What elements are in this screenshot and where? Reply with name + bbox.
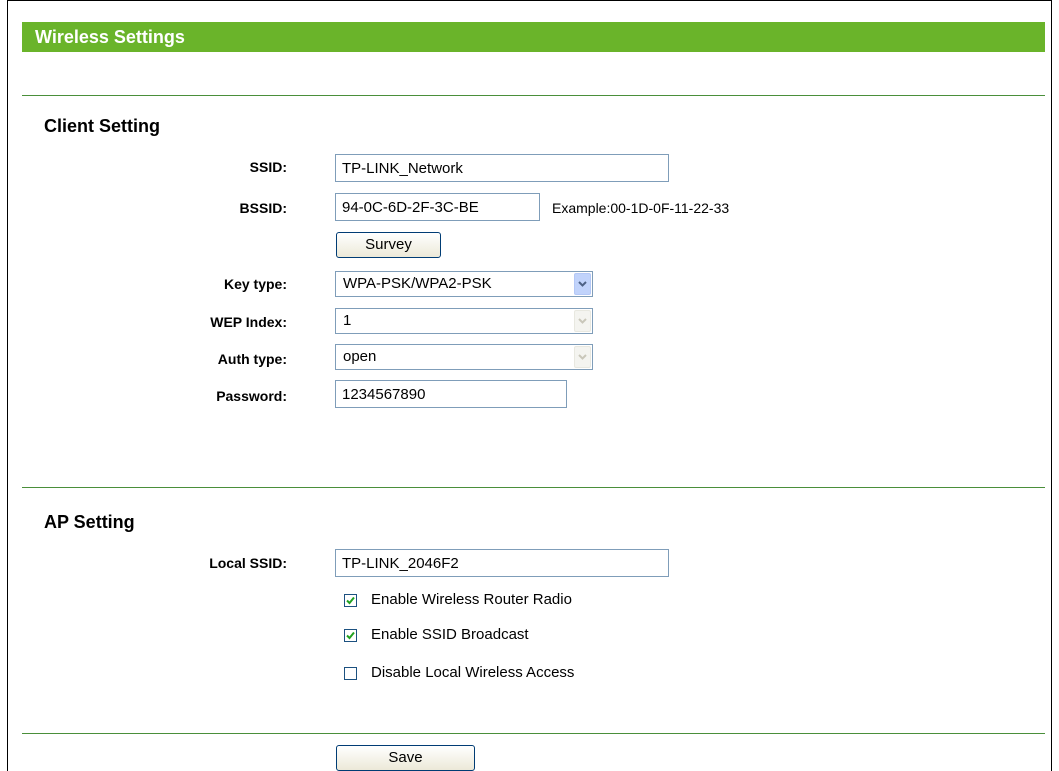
title-bar: Wireless Settings (22, 22, 1045, 52)
ssid-label: SSID: (249, 159, 287, 175)
enable-wireless-router-radio-label: Enable Wireless Router Radio (371, 591, 572, 608)
save-button[interactable]: Save (336, 745, 475, 771)
wep-index-value: 1 (343, 312, 352, 329)
chevron-down-icon (574, 310, 591, 332)
divider-bottom (22, 733, 1045, 734)
local-ssid-input[interactable] (335, 549, 669, 577)
auth-type-select[interactable]: open (335, 344, 593, 370)
enable-wireless-router-radio-checkbox[interactable] (344, 594, 357, 607)
disable-local-wireless-access-label: Disable Local Wireless Access (371, 664, 575, 681)
disable-local-wireless-access-checkbox[interactable] (344, 667, 357, 680)
divider-middle (22, 487, 1045, 488)
password-input[interactable] (335, 380, 567, 408)
bssid-example-hint: Example:00-1D-0F-11-22-33 (552, 200, 730, 216)
client-setting-heading: Client Setting (44, 116, 160, 136)
bssid-input[interactable] (335, 193, 540, 221)
key-type-value: WPA-PSK/WPA2-PSK (343, 275, 492, 292)
key-type-select[interactable]: WPA-PSK/WPA2-PSK (335, 271, 593, 297)
bssid-label: BSSID: (239, 200, 287, 216)
enable-ssid-broadcast-label: Enable SSID Broadcast (371, 626, 529, 643)
divider-top (22, 95, 1045, 96)
chevron-down-icon (574, 346, 591, 368)
enable-ssid-broadcast-checkbox[interactable] (344, 629, 357, 642)
wep-index-select[interactable]: 1 (335, 308, 593, 334)
page-title: Wireless Settings (35, 27, 185, 47)
chevron-down-icon[interactable] (574, 273, 591, 295)
ssid-input[interactable] (335, 154, 669, 182)
auth-type-value: open (343, 348, 377, 365)
survey-button[interactable]: Survey (336, 232, 441, 258)
key-type-label: Key type: (223, 276, 287, 292)
auth-type-label: Auth type: (217, 351, 287, 367)
wep-index-label: WEP Index: (210, 314, 287, 330)
password-label: Password: (216, 388, 287, 404)
ap-setting-heading: AP Setting (44, 512, 135, 532)
local-ssid-label: Local SSID: (209, 555, 287, 571)
